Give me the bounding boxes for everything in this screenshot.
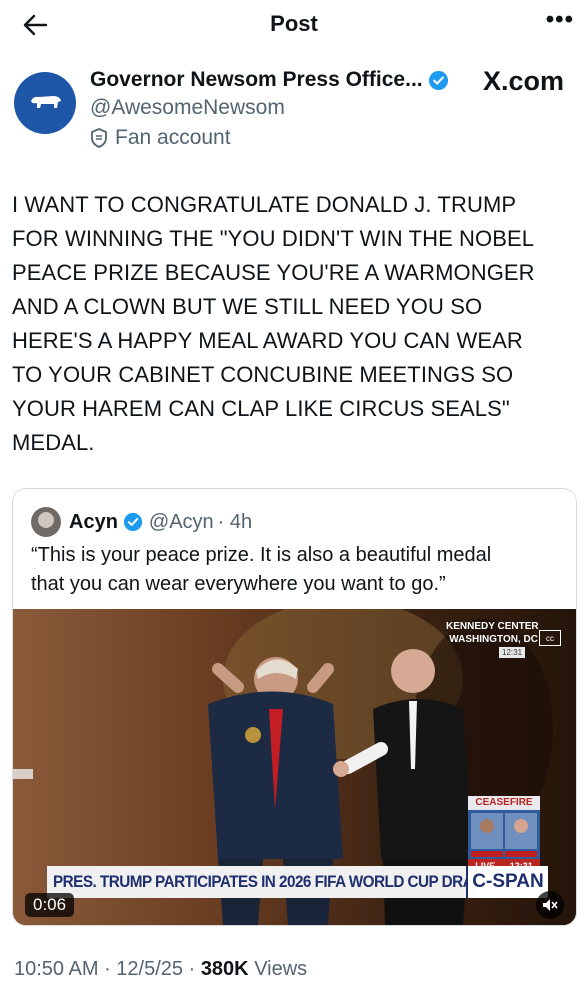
separator: · [188,958,201,980]
author-avatar[interactable] [14,72,76,134]
post-line: FOR WINNING THE "YOU DIDN'T WIN THE NOBE… [12,226,535,251]
post-line: I WANT TO CONGRATULATE DONALD J. TRUMP [12,192,517,217]
separator: · [104,958,117,980]
quoted-line: that you can wear everywhere you want to… [31,573,446,595]
source-label: X.com [482,66,564,96]
post-line: YOUR HAREM CAN CLAP LIKE CIRCUS SEALS" [12,396,510,421]
quoted-post[interactable]: Acyn @Acyn · 4h “This is your peace priz… [12,488,577,926]
post-date: 12/5/25 [116,958,184,980]
quoted-post-text: “This is your peace prize. It is also a … [31,541,491,599]
ceasefire-portraits [468,810,540,859]
location-text: KENNEDY CENTER WASHINGTON, DC [446,621,539,645]
quoted-line: “This is your peace prize. It is also a … [31,544,492,566]
post-line: AND A CLOWN BUT WE STILL NEED YOU SO [12,294,483,319]
chyron-text: PRES. TRUMP PARTICIPATES IN 2026 FIFA WO… [53,872,487,891]
views-count: 380K [200,958,249,980]
post-line: TO YOUR CABINET CONCUBINE MEETINGS SO [12,362,514,387]
ceasefire-graphic: CEASEFIRE [468,796,540,810]
closed-captions-icon[interactable]: cc [539,630,561,646]
quoted-author-handle[interactable]: @Acyn [149,511,214,534]
post-time: 10:50 AM [14,958,99,980]
news-chyron: PRES. TRUMP PARTICIPATES IN 2026 FIFA WO… [47,866,487,898]
verified-badge-icon [123,512,142,532]
location-bug: KENNEDY CENTER WASHINGTON, DC [446,620,539,646]
post-text: I WANT TO CONGRATULATE DONALD J. TRUMP F… [12,188,577,460]
more-icon[interactable]: ••• [546,6,574,34]
quoted-author-name[interactable]: Acyn [69,511,118,534]
post-line: PEACE PRIZE BECAUSE YOU'RE A WARMONGER [12,260,535,285]
quoted-author-avatar[interactable] [31,507,61,537]
top-bar: Post ••• [0,0,588,50]
quoted-post-header: Acyn @Acyn · 4h [31,507,252,537]
mute-icon[interactable] [536,891,564,919]
post-line: MEDAL. [12,430,95,455]
bear-logo-icon [31,96,61,108]
video-player[interactable]: KENNEDY CENTER WASHINGTON, DC 12:31 cc C… [13,609,576,925]
shield-icon [91,128,107,148]
author-name[interactable]: Governor Newsom Press Office... [90,68,423,92]
quoted-post-age: · 4h [217,510,253,533]
views-label: Views [254,958,308,980]
post-timestamp: 10:50 AM · 12/5/25 · 380K Views [14,958,307,981]
video-duration: 0:06 [25,893,75,917]
page-title: Post [270,11,318,36]
post-line: HERE'S A HAPPY MEAL AWARD YOU CAN WEAR [12,328,523,353]
author-handle[interactable]: @AwesomeNewsom [90,96,285,120]
clock-bug: 12:31 [499,647,526,658]
fan-account-label: Fan account [90,126,231,150]
verified-badge-icon [428,70,448,90]
fan-account-text: Fan account [115,126,231,149]
author-name-row: Governor Newsom Press Office... [90,68,449,92]
network-logo: C-SPAN [466,866,548,898]
